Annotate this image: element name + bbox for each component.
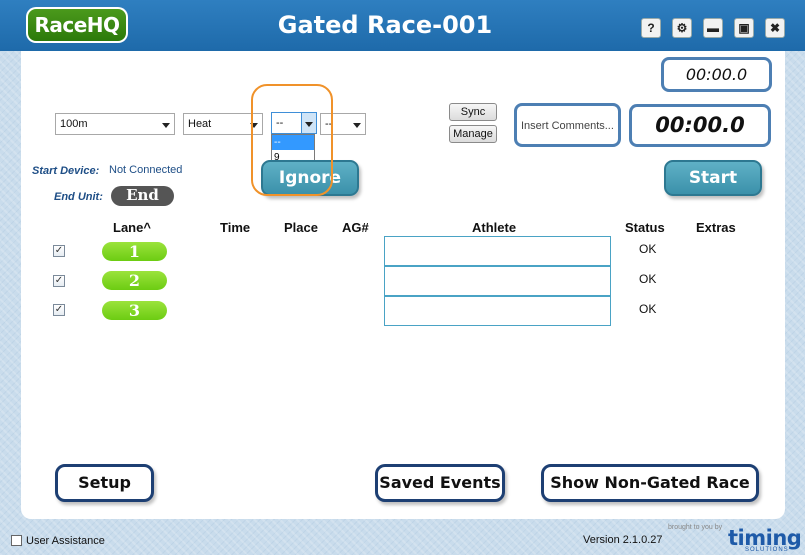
start-device-status: Not Connected: [109, 164, 183, 176]
status-text: OK: [639, 242, 657, 256]
manage-button[interactable]: Manage: [449, 125, 497, 143]
heat-select-value: Heat: [188, 118, 212, 130]
lane-checkbox[interactable]: ✓: [53, 245, 65, 257]
athlete-field[interactable]: [384, 236, 611, 266]
status-text: OK: [639, 302, 657, 316]
minimize-icon[interactable]: ▬: [703, 18, 723, 38]
end-unit-label: End Unit:: [54, 191, 103, 203]
sync-button[interactable]: Sync: [449, 103, 497, 121]
column-header-time[interactable]: Time: [220, 220, 250, 235]
lane-number-button[interactable]: 3: [102, 301, 167, 320]
focus-highlight-ring: [251, 84, 333, 196]
column-header-athlete[interactable]: Athlete: [472, 220, 516, 235]
title-bar: RaceHQ Gated Race-001 ? ⚙ ▬ ▣ ✖: [0, 0, 805, 51]
start-device-label: Start Device:: [32, 165, 100, 177]
lane-number-button[interactable]: 1: [102, 242, 167, 261]
lane-number-button[interactable]: 2: [102, 271, 167, 290]
show-non-gated-race-button[interactable]: Show Non-Gated Race: [541, 464, 759, 502]
comments-input[interactable]: Insert Comments...: [514, 103, 621, 147]
settings-gear-icon[interactable]: ⚙: [672, 18, 692, 38]
column-header-status[interactable]: Status: [625, 220, 665, 235]
start-button[interactable]: Start: [664, 160, 762, 196]
elapsed-timer-display: 00:00.0: [661, 57, 772, 92]
athlete-field[interactable]: [384, 266, 611, 296]
lane-checkbox[interactable]: ✓: [53, 304, 65, 316]
user-assistance-checkbox[interactable]: [11, 535, 22, 546]
chevron-down-icon: [162, 123, 170, 128]
help-icon[interactable]: ?: [641, 18, 661, 38]
distance-select[interactable]: 100m: [55, 113, 175, 135]
setup-button[interactable]: Setup: [55, 464, 154, 502]
end-unit-button[interactable]: End: [111, 186, 174, 206]
maximize-icon[interactable]: ▣: [734, 18, 754, 38]
close-icon[interactable]: ✖: [765, 18, 785, 38]
user-assistance-label: User Assistance: [26, 535, 105, 547]
distance-select-value: 100m: [60, 118, 88, 130]
column-header-extras[interactable]: Extras: [696, 220, 736, 235]
brought-by-text: brought to you by: [668, 524, 723, 531]
athlete-field[interactable]: [384, 296, 611, 326]
chevron-down-icon: [353, 123, 361, 128]
lane-checkbox[interactable]: ✓: [53, 275, 65, 287]
version-text: Version 2.1.0.27: [583, 534, 663, 546]
saved-events-button[interactable]: Saved Events: [375, 464, 505, 502]
column-header-ag[interactable]: AG#: [342, 220, 369, 235]
column-header-lane[interactable]: Lane^: [113, 220, 151, 235]
column-header-place[interactable]: Place: [284, 220, 318, 235]
brand-subtitle: SOLUTIONS: [745, 547, 789, 553]
main-timer-display: 00:00.0: [629, 104, 771, 147]
status-text: OK: [639, 272, 657, 286]
